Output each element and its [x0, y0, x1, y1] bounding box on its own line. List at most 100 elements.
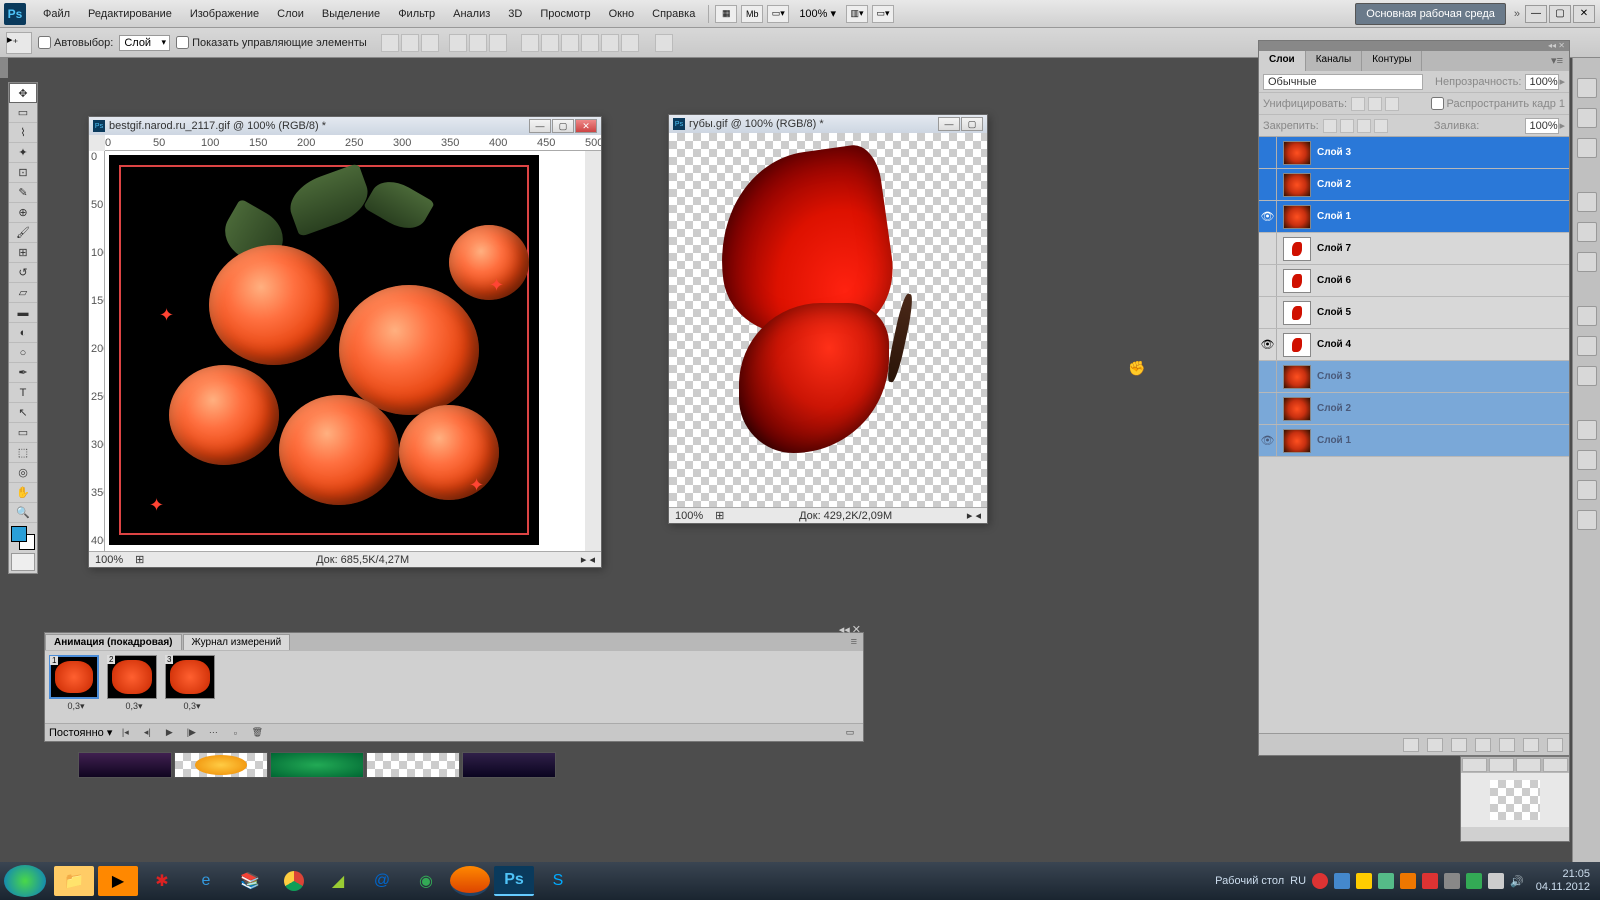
3d-camera-tool[interactable]: ◎	[9, 463, 37, 483]
layer-row[interactable]: Слой 2	[1259, 393, 1569, 425]
opacity-input[interactable]: 100%	[1525, 74, 1559, 90]
clock[interactable]: 21:0504.11.2012	[1530, 868, 1596, 894]
move-tool[interactable]: ✥	[9, 83, 37, 103]
visibility-toggle[interactable]	[1259, 265, 1277, 296]
unify-icon[interactable]	[1385, 97, 1399, 111]
blend-mode-select[interactable]: Обычные	[1263, 74, 1423, 90]
lock-icon[interactable]	[1374, 119, 1388, 133]
layer-row[interactable]: Слой 5	[1259, 297, 1569, 329]
mini-tab[interactable]	[1516, 758, 1541, 772]
navigator-thumb[interactable]	[1490, 780, 1540, 820]
mini-tab[interactable]	[1489, 758, 1514, 772]
distribute-icon[interactable]	[621, 34, 639, 52]
layer-row[interactable]: Слой 3	[1259, 137, 1569, 169]
zoom-tool[interactable]: 🔍	[9, 503, 37, 523]
propagate-checkbox[interactable]: Распространить кадр 1	[1431, 97, 1565, 110]
strip-icon[interactable]	[1577, 222, 1597, 242]
mask-icon[interactable]	[1451, 738, 1467, 752]
measurement-tab[interactable]: Журнал измерений	[183, 634, 291, 650]
doc2-canvas[interactable]	[669, 133, 987, 507]
fx-icon[interactable]	[1427, 738, 1443, 752]
pen-tool[interactable]: ✒	[9, 363, 37, 383]
ie-icon[interactable]: e	[186, 866, 226, 896]
heal-tool[interactable]: ⊕	[9, 203, 37, 223]
convert-timeline-button[interactable]: ▭	[841, 726, 859, 740]
show-desktop[interactable]: Рабочий стол	[1215, 875, 1284, 887]
firefox-icon[interactable]	[450, 866, 490, 896]
tray-icon[interactable]	[1378, 873, 1394, 889]
distribute-icon[interactable]	[601, 34, 619, 52]
bridge-icon[interactable]: Mb	[741, 5, 763, 23]
blur-tool[interactable]: ◐	[9, 323, 37, 343]
zoom-level[interactable]: 100% ▾	[795, 5, 840, 22]
strip-icon[interactable]	[1577, 480, 1597, 500]
strip-icon[interactable]	[1577, 306, 1597, 326]
align-icon[interactable]	[469, 34, 487, 52]
menu-Анализ[interactable]: Анализ	[444, 4, 499, 24]
dodge-tool[interactable]: ○	[9, 343, 37, 363]
minimize-button[interactable]: —	[1525, 5, 1547, 23]
strip-icon[interactable]	[1577, 252, 1597, 272]
tween-button[interactable]: ⋯	[204, 726, 222, 740]
distribute-icon[interactable]	[521, 34, 539, 52]
strip-icon[interactable]	[1577, 420, 1597, 440]
screen-mode-icon[interactable]: ▦	[715, 5, 737, 23]
new-frame-button[interactable]: ▫	[226, 726, 244, 740]
current-tool-icon[interactable]: ▸₊	[6, 32, 32, 54]
tray-icon[interactable]	[1444, 873, 1460, 889]
eyedropper-tool[interactable]: ✎	[9, 183, 37, 203]
view-extras-icon[interactable]: ▭▾	[767, 5, 789, 23]
gradient-tool[interactable]: ▬	[9, 303, 37, 323]
unify-icon[interactable]	[1368, 97, 1382, 111]
menu-Выделение[interactable]: Выделение	[313, 4, 389, 24]
align-icon[interactable]	[381, 34, 399, 52]
visibility-toggle[interactable]	[1259, 297, 1277, 328]
align-icon[interactable]	[401, 34, 419, 52]
frame-2[interactable]: 20,3▾	[107, 655, 161, 719]
path-tool[interactable]: ↖	[9, 403, 37, 423]
prev-frame-button[interactable]: ◂|	[138, 726, 156, 740]
menu-3D[interactable]: 3D	[499, 4, 531, 24]
visibility-toggle[interactable]	[1259, 361, 1277, 392]
menu-Изображение[interactable]: Изображение	[181, 4, 268, 24]
play-button[interactable]: ▶	[160, 726, 178, 740]
lock-icon[interactable]	[1323, 119, 1337, 133]
skype-icon[interactable]: S	[538, 866, 578, 896]
media-icon[interactable]: ▶	[98, 866, 138, 896]
screen-mode2-icon[interactable]: ▭▾	[872, 5, 894, 23]
tray-icon[interactable]	[1488, 873, 1504, 889]
color-swatches[interactable]	[11, 526, 35, 550]
menu-Редактирование[interactable]: Редактирование	[79, 4, 181, 24]
layer-row[interactable]: Слой 3	[1259, 361, 1569, 393]
doc-minimize[interactable]: —	[938, 117, 960, 131]
tray-icon[interactable]	[1400, 873, 1416, 889]
left-collapse[interactable]	[0, 58, 8, 78]
close-button[interactable]: ✕	[1573, 5, 1595, 23]
app2-icon[interactable]: ◢	[318, 866, 358, 896]
app-icon[interactable]: ✱	[142, 866, 182, 896]
strip-icon[interactable]	[1577, 108, 1597, 128]
align-icon[interactable]	[489, 34, 507, 52]
layer-row[interactable]: Слой 6	[1259, 265, 1569, 297]
language-indicator[interactable]: RU	[1290, 875, 1306, 887]
history-brush-tool[interactable]: ↺	[9, 263, 37, 283]
lock-icon[interactable]	[1340, 119, 1354, 133]
strip-icon[interactable]	[1577, 336, 1597, 356]
layer-row[interactable]: Слой 7	[1259, 233, 1569, 265]
hand-tool[interactable]: ✋	[9, 483, 37, 503]
animation-tab[interactable]: Анимация (покадровая)	[45, 634, 182, 650]
visibility-toggle[interactable]	[1259, 233, 1277, 264]
volume-icon[interactable]: 🔊	[1510, 875, 1524, 888]
layer-row[interactable]: 👁Слой 4	[1259, 329, 1569, 361]
wand-tool[interactable]: ✦	[9, 143, 37, 163]
brush-tool[interactable]: 🖌	[9, 223, 37, 243]
channels-tab[interactable]: Каналы	[1306, 51, 1363, 71]
visibility-toggle[interactable]	[1259, 137, 1277, 168]
auto-align-icon[interactable]	[655, 34, 673, 52]
strip-icon[interactable]	[1577, 78, 1597, 98]
maximize-button[interactable]: ▢	[1549, 5, 1571, 23]
visibility-toggle[interactable]	[1259, 169, 1277, 200]
align-icon[interactable]	[421, 34, 439, 52]
strip-icon[interactable]	[1577, 510, 1597, 530]
layer-row[interactable]: 👁Слой 1	[1259, 201, 1569, 233]
